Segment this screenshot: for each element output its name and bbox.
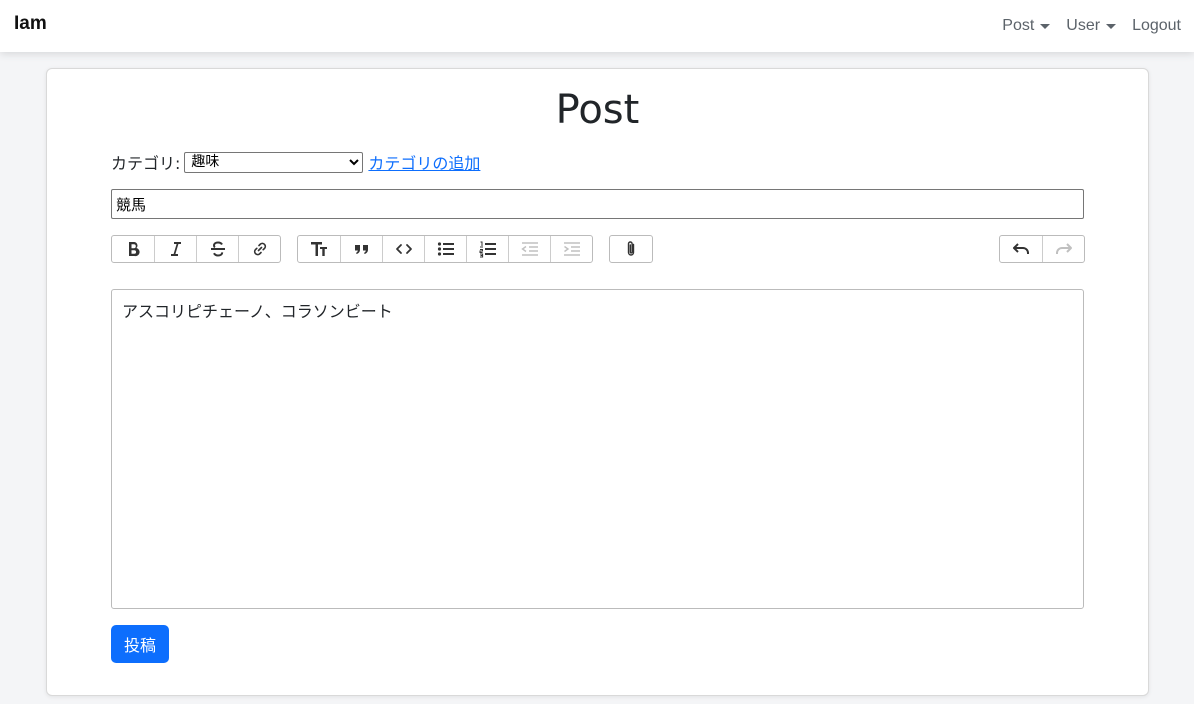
text-tools-group bbox=[111, 235, 281, 263]
nav-post-dropdown[interactable]: Post bbox=[1002, 17, 1051, 35]
quote-button[interactable] bbox=[340, 236, 382, 262]
nav-menu: Post User Logout bbox=[994, 0, 1189, 52]
bullet-list-icon bbox=[437, 242, 454, 256]
nav-user-label: User bbox=[1066, 17, 1101, 34]
post-body-editor[interactable]: アスコリピチェーノ、コラソンビート bbox=[111, 289, 1084, 609]
nav-post-label: Post bbox=[1002, 17, 1035, 34]
category-row: カテゴリ: 趣味 カテゴリの追加 bbox=[111, 151, 480, 173]
category-label: カテゴリ: bbox=[111, 154, 181, 173]
quote-icon bbox=[354, 245, 368, 254]
decrease-indent-button[interactable] bbox=[508, 236, 550, 262]
bold-button[interactable] bbox=[112, 236, 154, 262]
nav-logout-label: Logout bbox=[1132, 17, 1181, 34]
code-button[interactable] bbox=[382, 236, 424, 262]
strikethrough-button[interactable] bbox=[196, 236, 238, 262]
history-tools-group bbox=[999, 235, 1085, 263]
submit-button[interactable]: 投稿 bbox=[111, 625, 169, 663]
numbered-list-button[interactable] bbox=[466, 236, 508, 262]
category-select[interactable]: 趣味 bbox=[184, 151, 364, 173]
caret-down-icon bbox=[1106, 23, 1117, 29]
undo-icon bbox=[1013, 243, 1029, 254]
post-form-card: Post カテゴリ: 趣味 カテゴリの追加 競馬 アスコリピチェーノ、コラソンビ… bbox=[46, 68, 1149, 696]
post-body-text: アスコリピチェーノ、コラソンビート bbox=[122, 302, 393, 321]
caret-down-icon bbox=[1040, 23, 1051, 29]
italic-icon bbox=[170, 242, 181, 256]
post-title-input[interactable] bbox=[111, 189, 1084, 219]
nav-user-dropdown[interactable]: User bbox=[1066, 17, 1117, 35]
link-button[interactable] bbox=[238, 236, 280, 262]
redo-icon bbox=[1055, 243, 1072, 254]
attach-icon bbox=[627, 241, 635, 256]
file-tools-group bbox=[609, 235, 653, 263]
link-icon bbox=[253, 242, 266, 256]
navbar: Iam Post User Logout bbox=[0, 0, 1194, 52]
bullet-list-button[interactable] bbox=[424, 236, 466, 262]
increase-indent-button[interactable] bbox=[550, 236, 592, 262]
numbered-list-icon bbox=[479, 241, 496, 258]
undo-button[interactable] bbox=[1000, 236, 1042, 262]
redo-button[interactable] bbox=[1042, 236, 1084, 262]
heading-icon bbox=[311, 242, 327, 256]
bold-icon bbox=[129, 242, 140, 257]
increase-indent-icon bbox=[563, 242, 580, 256]
page-title: Post bbox=[555, 87, 640, 133]
code-icon bbox=[395, 244, 412, 254]
decrease-indent-icon bbox=[520, 242, 538, 256]
brand-logo[interactable]: Iam bbox=[14, 13, 47, 35]
attach-button[interactable] bbox=[610, 236, 652, 262]
italic-button[interactable] bbox=[154, 236, 196, 262]
nav-logout-link[interactable]: Logout bbox=[1132, 17, 1181, 35]
add-category-link[interactable]: カテゴリの追加 bbox=[368, 150, 480, 174]
strikethrough-icon bbox=[210, 241, 225, 257]
heading-button[interactable] bbox=[298, 236, 340, 262]
block-tools-group bbox=[297, 235, 593, 263]
